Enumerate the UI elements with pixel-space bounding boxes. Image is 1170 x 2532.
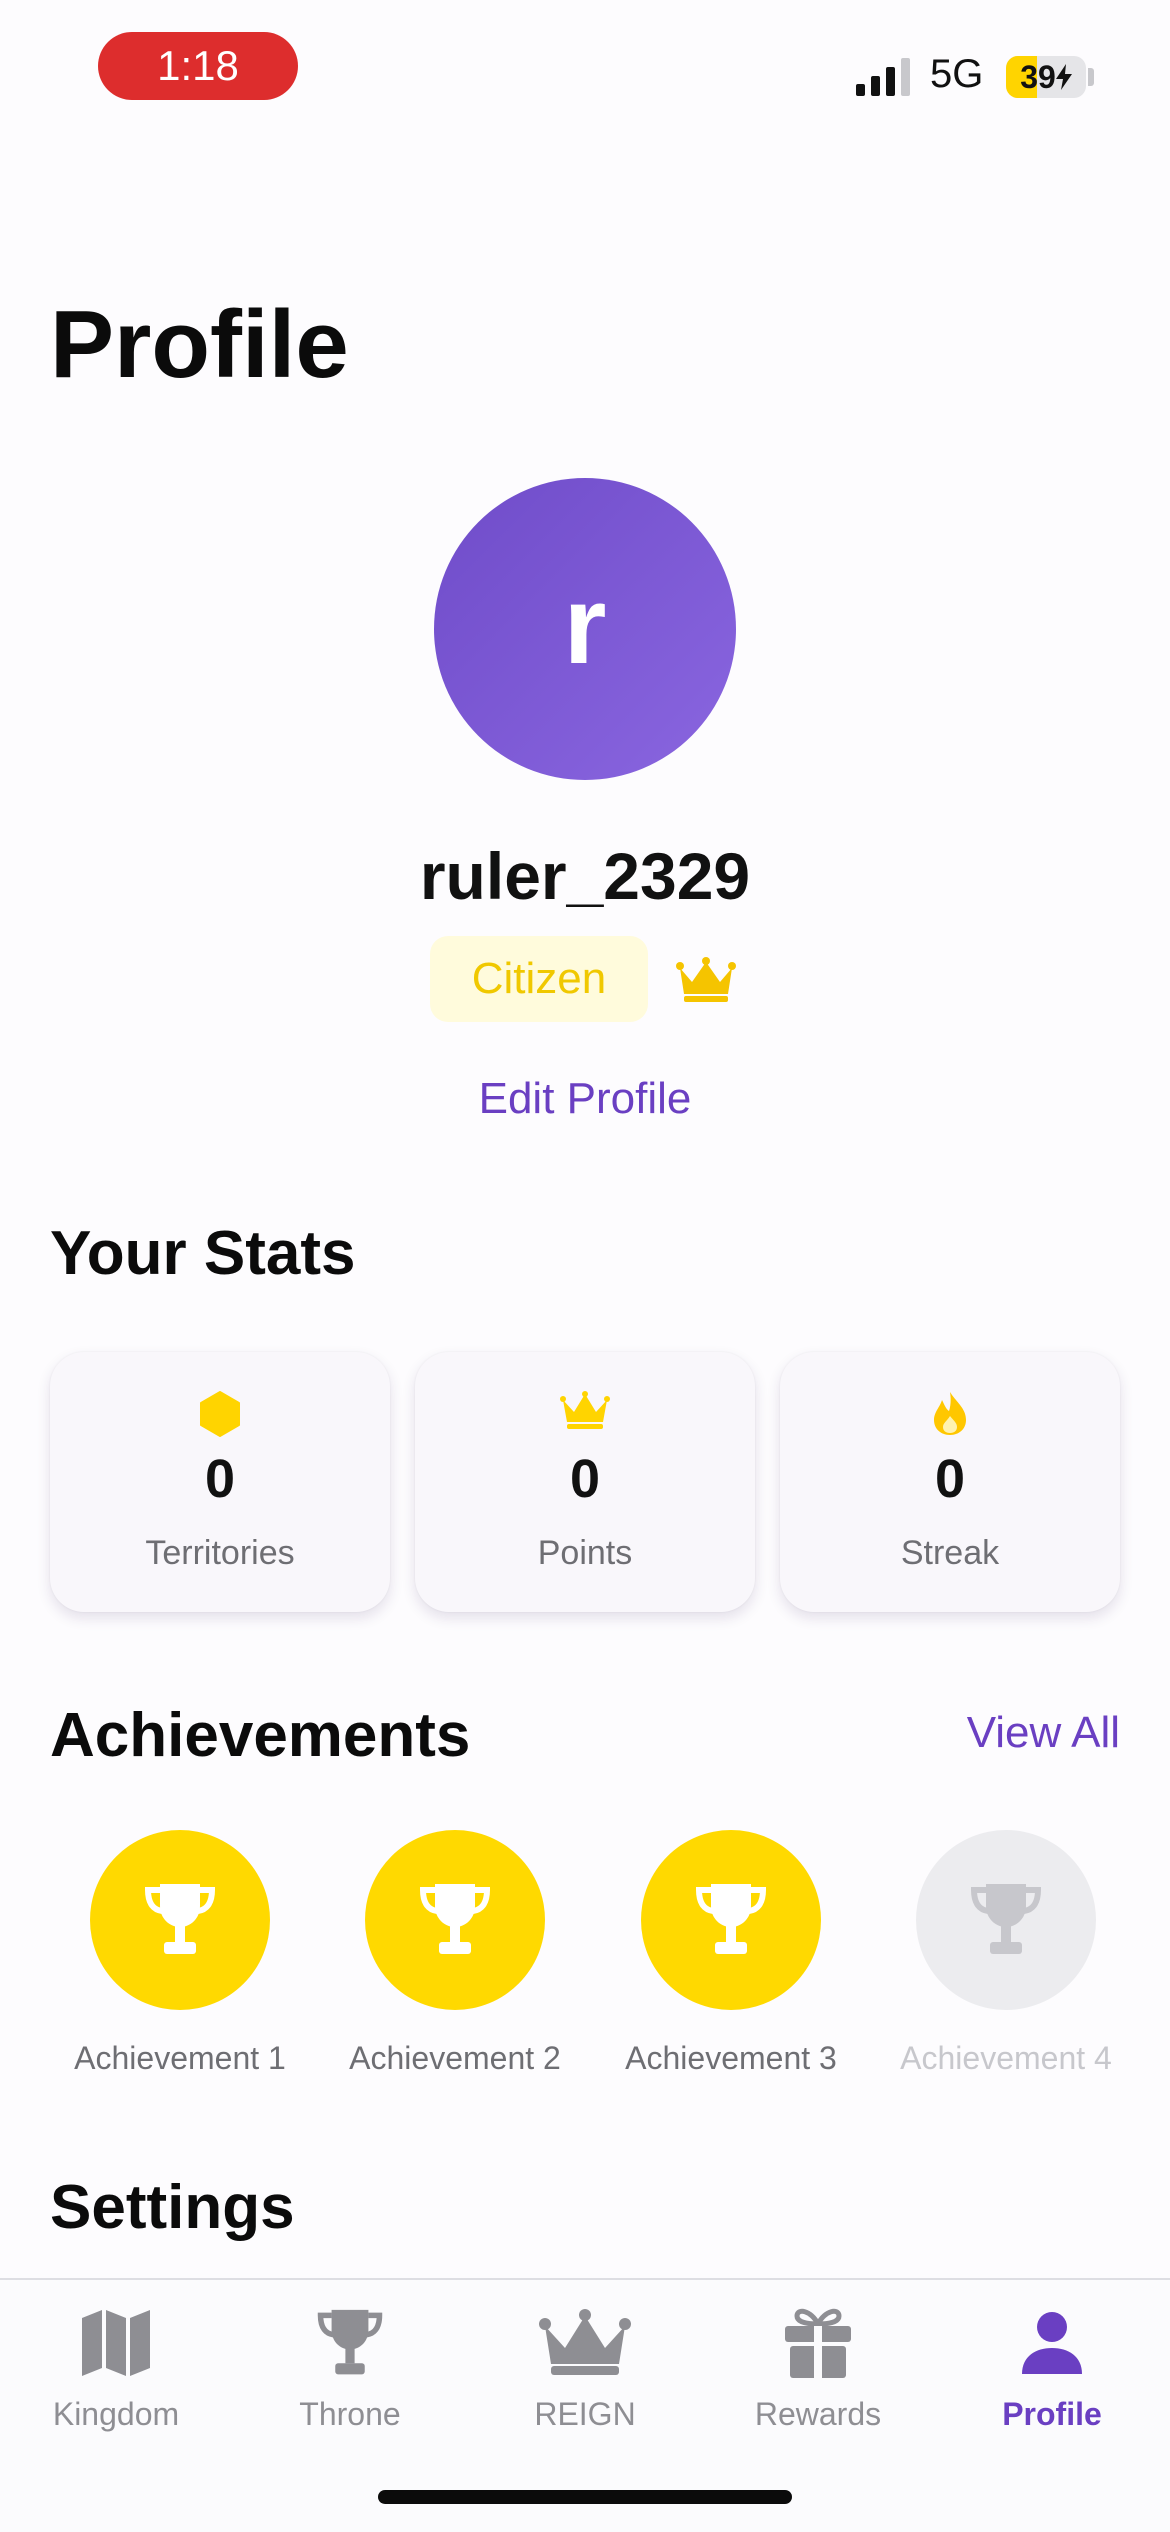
avatar-initial: r <box>563 563 607 687</box>
tab-label: Throne <box>299 2396 401 2432</box>
battery-percentage-value: 39 <box>1020 58 1056 95</box>
rank-badge: Citizen <box>430 936 648 1022</box>
gift-icon <box>718 2298 918 2388</box>
tab-label: Kingdom <box>52 2396 180 2432</box>
trophy-icon <box>695 1884 767 1954</box>
achievement-label: Achievement 1 <box>74 2040 286 2076</box>
username: ruler_2329 <box>419 839 751 913</box>
stat-card-points: 0 Points <box>415 1352 755 1612</box>
tab-label: REIGN <box>534 2396 636 2432</box>
cellular-signal-icon <box>856 58 910 96</box>
achievement-item[interactable]: Achievement 2 <box>335 1830 575 2077</box>
stats-title: Your Stats <box>50 1219 356 1288</box>
tab-label: Profile <box>1002 2396 1102 2432</box>
edit-profile-button[interactable]: Edit Profile <box>0 1074 1170 1124</box>
stat-label: Streak <box>900 1534 1000 1572</box>
crown-icon <box>415 1390 755 1438</box>
status-bar: 1:18 5G 39 <box>0 0 1170 140</box>
map-icon <box>16 2298 216 2388</box>
page-title: Profile <box>50 291 349 398</box>
battery-percentage: 39 <box>1006 56 1086 98</box>
home-indicator[interactable] <box>378 2490 792 2504</box>
flame-icon <box>780 1390 1120 1438</box>
achievement-badge <box>90 1830 270 2010</box>
trophy-icon <box>250 2298 450 2388</box>
stat-label: Points <box>537 1534 633 1572</box>
stat-card-territories: 0 Territories <box>50 1352 390 1612</box>
tab-throne[interactable]: Throne <box>250 2298 450 2448</box>
achievement-item[interactable]: Achievement 1 <box>60 1830 300 2077</box>
view-all-button[interactable]: View All <box>967 1708 1120 1758</box>
achievement-badge-locked <box>916 1830 1096 2010</box>
crown-icon <box>485 2298 685 2388</box>
trophy-icon <box>970 1884 1042 1954</box>
settings-title: Settings <box>50 2173 295 2242</box>
avatar[interactable]: r <box>434 478 736 780</box>
achievement-item[interactable]: Achievement 3 <box>611 1830 851 2077</box>
crown-icon <box>676 957 736 1002</box>
achievements-title: Achievements <box>50 1701 471 1770</box>
stat-value: 0 <box>204 1449 236 1509</box>
achievement-badge <box>365 1830 545 2010</box>
tab-label: Rewards <box>754 2396 882 2432</box>
status-time[interactable]: 1:18 <box>98 32 298 100</box>
tab-profile[interactable]: Profile <box>952 2298 1152 2448</box>
achievement-label: Achievement 4 <box>900 2040 1112 2076</box>
tab-rewards[interactable]: Rewards <box>718 2298 918 2448</box>
tab-kingdom[interactable]: Kingdom <box>16 2298 216 2448</box>
stat-card-streak: 0 Streak <box>780 1352 1120 1612</box>
tab-reign[interactable]: REIGN <box>485 2298 685 2448</box>
battery-icon: 39 <box>1006 56 1086 98</box>
achievement-item[interactable]: Achievement 4 <box>886 1830 1126 2077</box>
achievement-label: Achievement 3 <box>625 2040 837 2076</box>
trophy-icon <box>144 1884 216 1954</box>
network-type: 5G <box>930 52 984 96</box>
person-icon <box>952 2298 1152 2388</box>
achievement-label: Achievement 2 <box>349 2040 561 2076</box>
charging-bolt-icon <box>1055 64 1072 90</box>
stat-label: Territories <box>145 1534 295 1572</box>
trophy-icon <box>419 1884 491 1954</box>
stat-value: 0 <box>934 1449 966 1509</box>
battery-nub <box>1088 68 1094 86</box>
stat-value: 0 <box>569 1449 601 1509</box>
achievement-badge <box>641 1830 821 2010</box>
hexagon-icon <box>50 1390 390 1438</box>
